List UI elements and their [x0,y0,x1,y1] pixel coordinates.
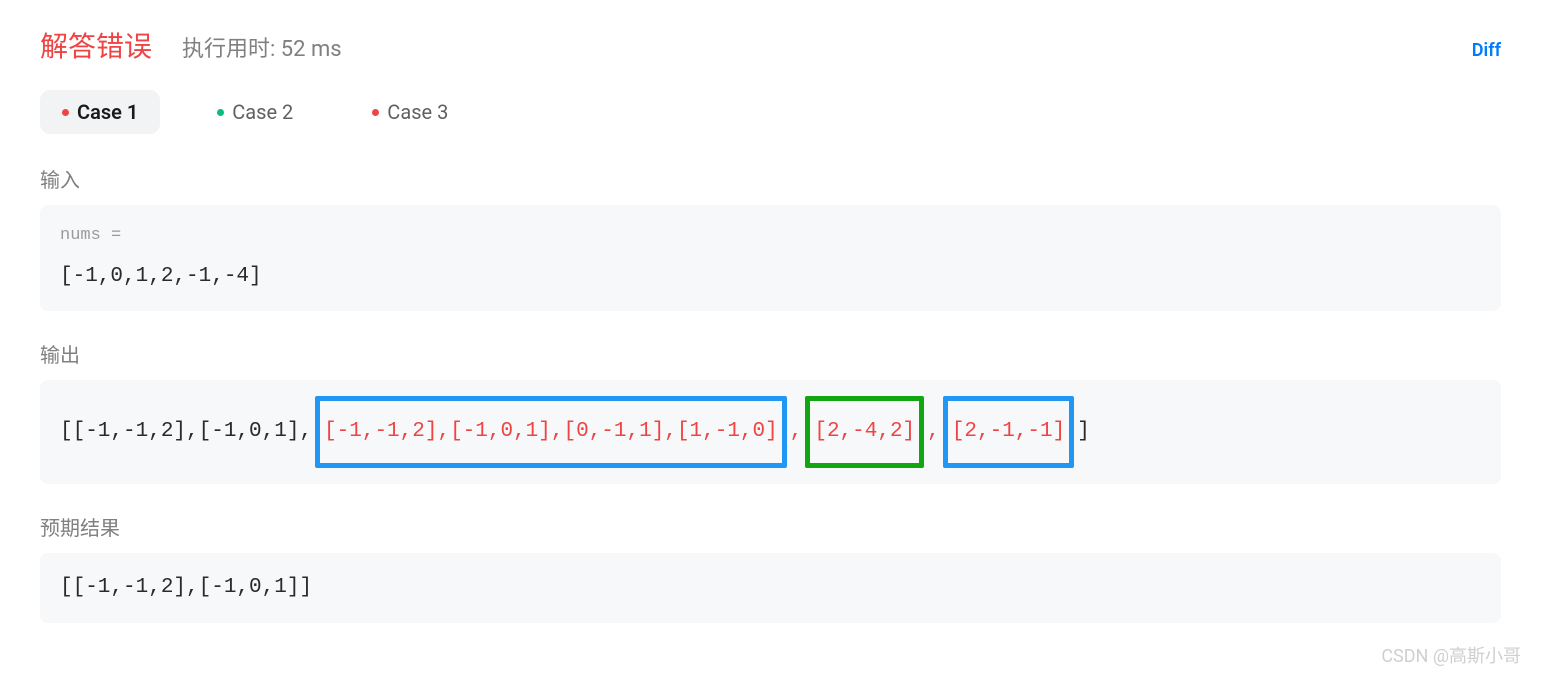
status-dot-icon [372,109,379,116]
output-comma: , [790,413,803,451]
tab-case-1[interactable]: Case 1 [40,90,160,134]
watermark-text: CSDN @高斯小哥 [1381,642,1521,668]
input-value: [-1,0,1,2,-1,-4] [60,258,1481,296]
output-diff-segment: [2,-4,2] [814,420,915,443]
output-value-row: [[-1,-1,2],[-1,0,1], [-1,-1,2],[-1,0,1],… [60,396,1481,468]
tab-label: Case 2 [232,100,293,124]
status-title: 解答错误 [40,25,152,65]
tab-case-3[interactable]: Case 3 [350,90,470,134]
output-diff-segment: [-1,-1,2],[-1,0,1],[0,-1,1],[1,-1,0] [324,420,778,443]
tab-label: Case 1 [77,100,138,124]
input-box: nums = [-1,0,1,2,-1,-4] [40,205,1501,311]
highlight-box-green: [2,-4,2] [805,396,924,468]
tab-label: Case 3 [387,100,448,124]
diff-link[interactable]: Diff [1472,40,1501,61]
expected-value: [[-1,-1,2],[-1,0,1]] [60,569,1481,607]
result-header: 解答错误 执行用时: 52 ms Diff [40,25,1501,65]
highlight-box-blue: [-1,-1,2],[-1,0,1],[0,-1,1],[1,-1,0] [315,396,787,468]
output-prefix: [[-1,-1,2],[-1,0,1], [60,413,312,451]
output-section-label: 输出 [40,339,1501,368]
status-dot-icon [62,109,69,116]
status-dot-icon [217,109,224,116]
tab-case-2[interactable]: Case 2 [195,90,315,134]
highlight-box-blue: [2,-1,-1] [943,396,1074,468]
output-comma: , [927,413,940,451]
runtime-text: 执行用时: 52 ms [182,31,342,63]
output-box: [[-1,-1,2],[-1,0,1], [-1,-1,2],[-1,0,1],… [40,380,1501,484]
input-section-label: 输入 [40,164,1501,193]
test-case-tabs: Case 1 Case 2 Case 3 [40,90,1501,134]
input-var-label: nums = [60,221,1481,252]
output-diff-segment: [2,-1,-1] [952,420,1065,443]
expected-box: [[-1,-1,2],[-1,0,1]] [40,553,1501,623]
expected-section-label: 预期结果 [40,512,1501,541]
output-suffix: ] [1077,413,1090,451]
